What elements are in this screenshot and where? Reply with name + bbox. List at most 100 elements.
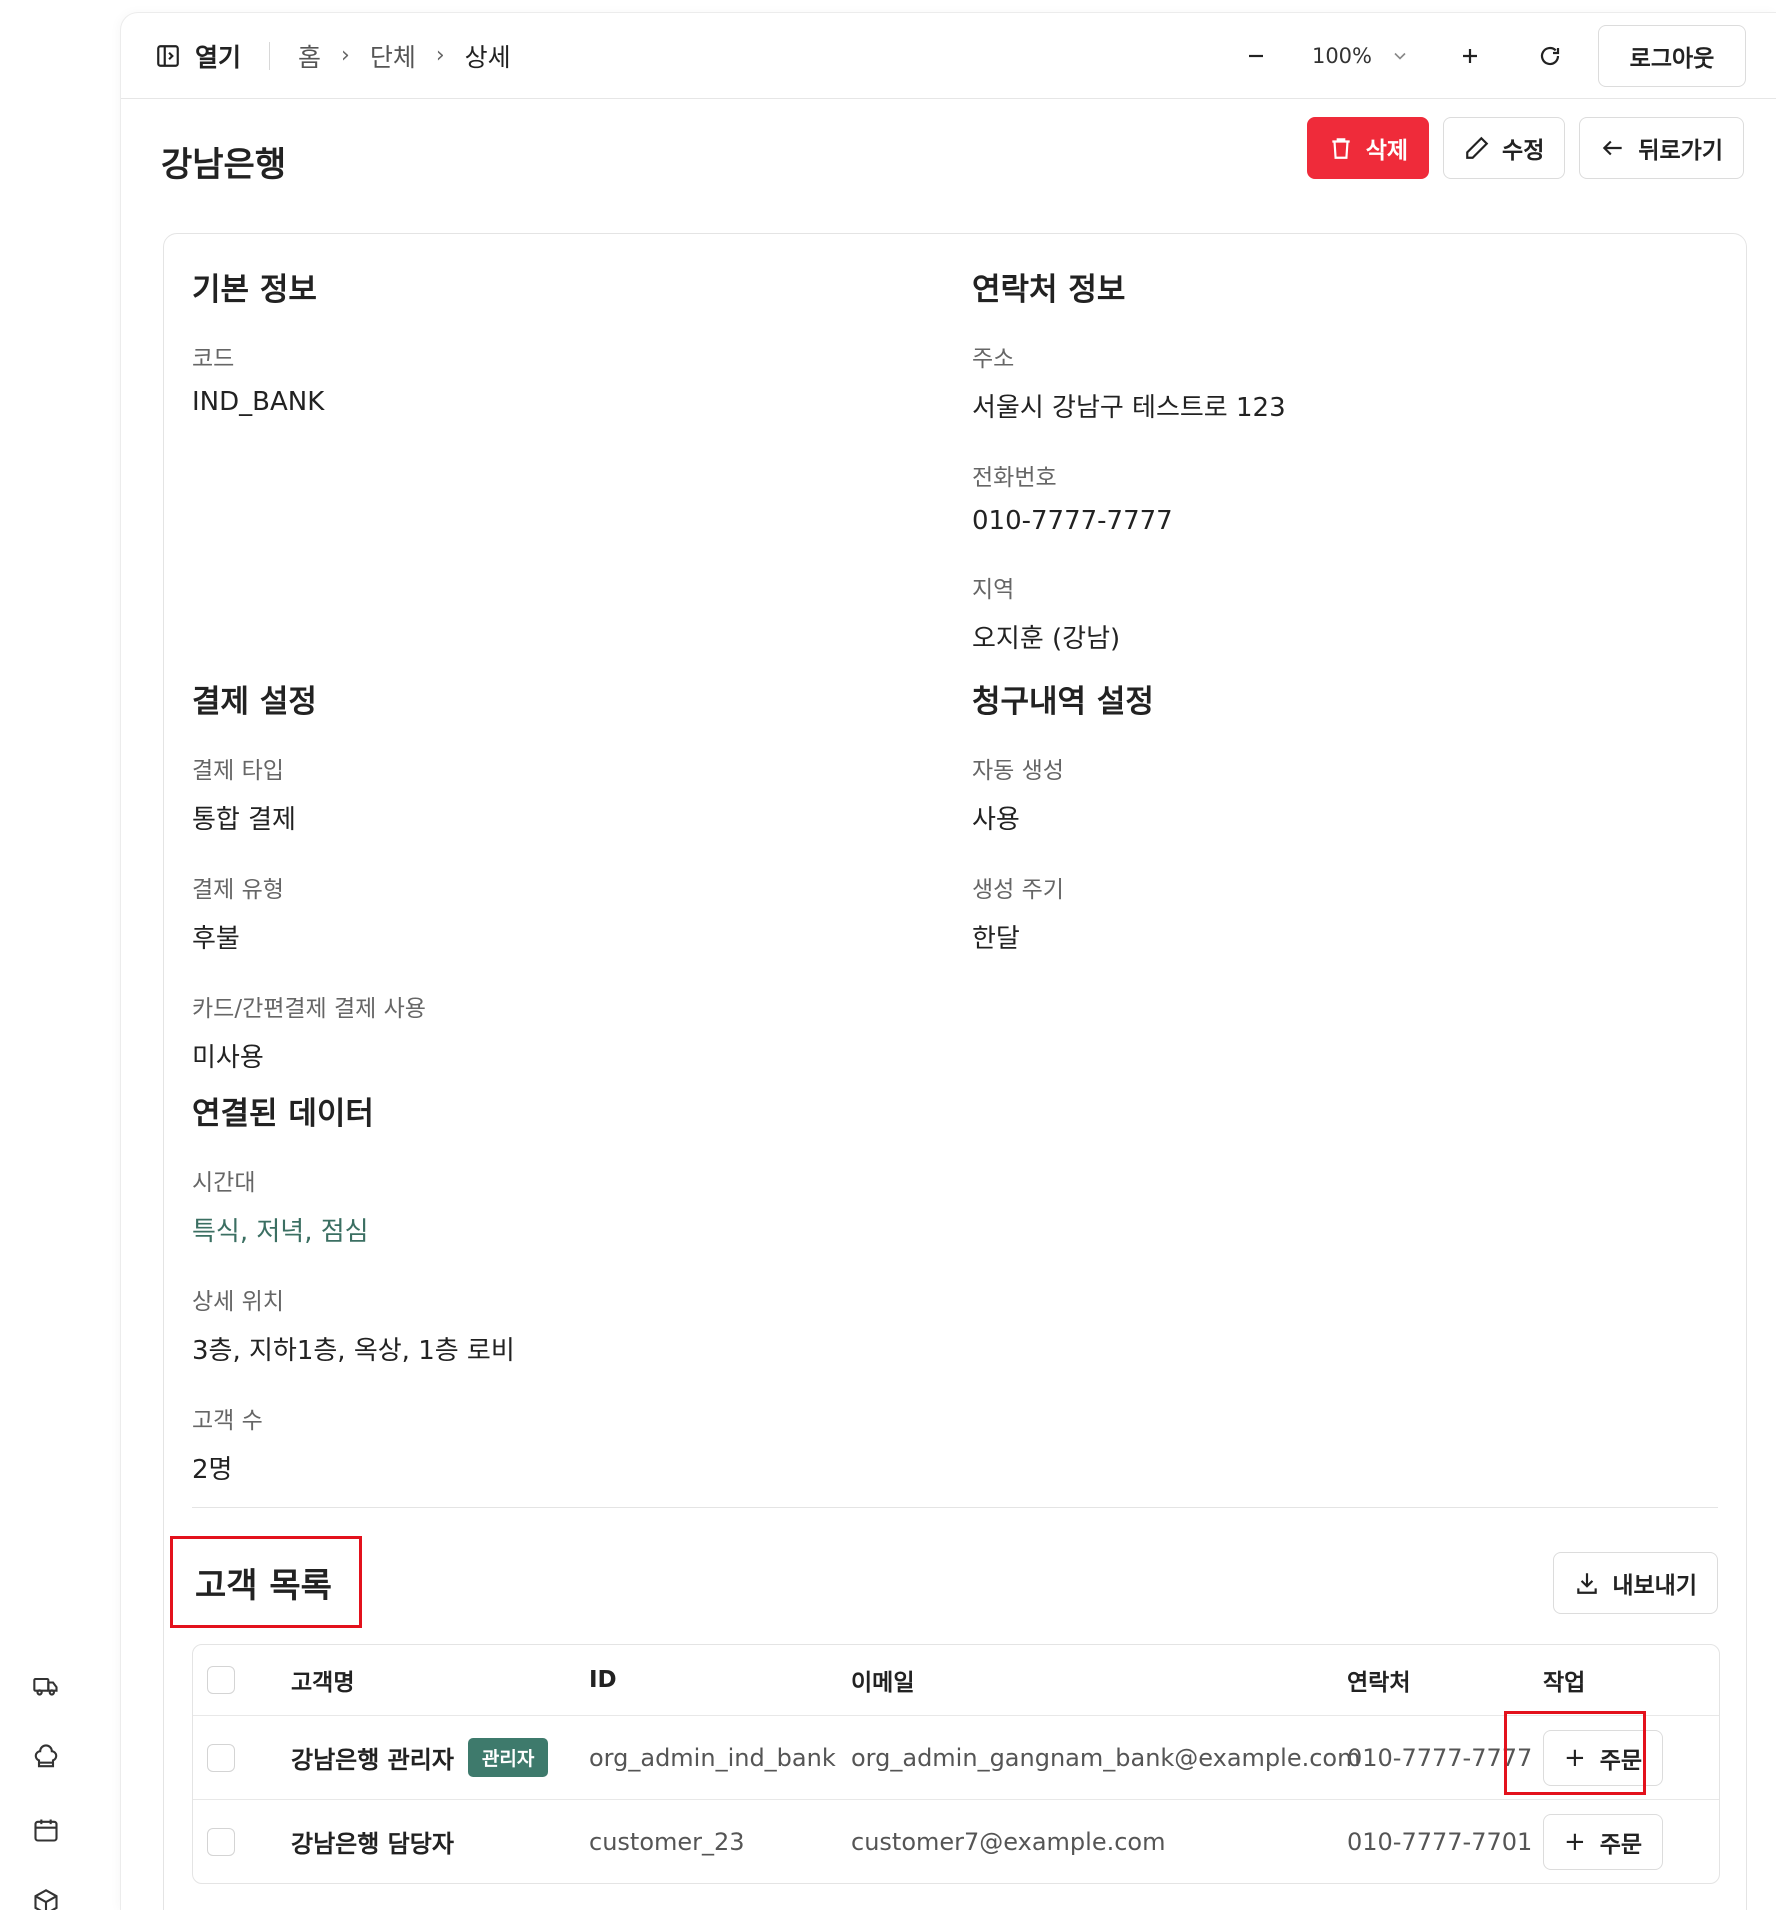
customer-name-cell: 강남은행 관리자 관리자	[291, 1716, 549, 1799]
action-cell: + 주문	[1543, 1800, 1663, 1883]
column-header-phone[interactable]: 연락처	[1347, 1645, 1410, 1715]
chef-hat-icon[interactable]	[30, 1742, 62, 1774]
table-row: 강남은행 담당자 customer_23 customer7@example.c…	[193, 1799, 1719, 1883]
open-sidebar-button[interactable]: 열기	[155, 38, 241, 74]
header-actions: 삭제 수정 뒤로가기	[1306, 117, 1744, 179]
order-button[interactable]: + 주문	[1543, 1813, 1663, 1870]
trash-icon	[1332, 138, 1350, 159]
plus-icon: +	[1563, 1742, 1586, 1773]
minus-icon	[1248, 54, 1263, 58]
page-title: 강남은행	[161, 145, 287, 185]
customer-phone: 010-7777-7777	[1347, 1743, 1533, 1772]
customer-id: customer_23	[589, 1827, 745, 1856]
customer-table: 고객명 ID 이메일 연락처 작업 강남은행 관리자 관리자 org_admin…	[192, 1644, 1720, 1884]
field-label: 결제 유형	[192, 877, 284, 903]
row-checkbox[interactable]	[207, 1827, 235, 1856]
time-slot-link[interactable]: 점심	[321, 1217, 369, 1247]
billing-settings-section: 청구내역 설정 자동 생성 사용 생성 주기 한달	[972, 676, 1154, 989]
linked-data-section: 연결된 데이터 시간대 특식, 저녁, 점심 상세 위치 3층, 지하1층, 옥…	[192, 1088, 515, 1520]
field-label: 상세 위치	[192, 1289, 284, 1315]
field-value: 사용	[972, 805, 1020, 835]
customer-name-cell: 강남은행 담당자	[291, 1800, 454, 1883]
section-heading: 연결된 데이터	[192, 1096, 374, 1132]
open-label: 열기	[195, 42, 242, 72]
select-all-checkbox[interactable]	[207, 1666, 235, 1694]
breadcrumb-organizations[interactable]: 단체	[370, 38, 416, 74]
payment-settings-section: 결제 설정 결제 타입 통합 결제 결제 유형 후불 카드/간편결제 결제 사용…	[192, 676, 426, 1108]
field-label: 지역	[972, 577, 1015, 603]
edit-button[interactable]: 수정	[1443, 117, 1566, 179]
export-button[interactable]: 내보내기	[1553, 1552, 1718, 1614]
row-checkbox[interactable]	[207, 1743, 235, 1772]
back-label: 뒤로가기	[1638, 138, 1723, 164]
top-bar: 열기 홈 › 단체 › 상세 100% 로그아웃	[121, 13, 1776, 99]
section-heading: 연락처 정보	[972, 272, 1126, 308]
field-label: 전화번호	[972, 465, 1057, 491]
field-value: 후불	[192, 924, 240, 954]
field-location: 상세 위치 3층, 지하1층, 옥상, 1층 로비	[192, 1282, 515, 1367]
order-label: 주문	[1599, 1747, 1643, 1774]
row-checkbox-cell	[207, 1800, 235, 1883]
zoom-in-button[interactable]	[1448, 34, 1492, 78]
time-slot-link[interactable]: 저녁	[256, 1217, 304, 1247]
customer-list-title-highlight: 고객 목록	[170, 1536, 362, 1628]
field-value: 한달	[972, 924, 1020, 954]
field-value: 오지훈 (강남)	[972, 624, 1121, 654]
column-header-id[interactable]: ID	[589, 1645, 617, 1715]
top-right-controls: 100% 로그아웃	[1234, 25, 1746, 87]
time-slot-links: 특식, 저녁, 점심	[192, 1217, 369, 1247]
field-payment-type: 결제 타입 통합 결제	[192, 751, 426, 836]
edit-label: 수정	[1502, 138, 1545, 164]
field-cycle: 생성 주기 한달	[972, 870, 1154, 955]
row-checkbox-cell	[207, 1716, 235, 1799]
field-phone: 전화번호 010-7777-7777	[972, 458, 1286, 536]
truck-icon[interactable]	[30, 1670, 62, 1702]
page-header: 강남은행 삭제 수정 뒤로가기	[161, 117, 1744, 213]
field-label: 자동 생성	[972, 758, 1064, 784]
field-value: 통합 결제	[192, 805, 296, 835]
table-header-row: 고객명 ID 이메일 연락처 작업	[193, 1645, 1719, 1715]
section-divider	[192, 1507, 1718, 1508]
refresh-icon	[1540, 46, 1560, 66]
customer-email: customer7@example.com	[851, 1827, 1166, 1856]
field-label: 시간대	[192, 1170, 256, 1196]
column-header-email[interactable]: 이메일	[851, 1645, 914, 1715]
package-icon[interactable]	[30, 1886, 62, 1910]
calendar-icon[interactable]	[30, 1814, 62, 1846]
logout-button[interactable]: 로그아웃	[1598, 25, 1746, 87]
export-label: 내보내기	[1612, 1573, 1697, 1599]
field-label: 주소	[972, 346, 1015, 372]
column-header-name[interactable]: 고객명	[291, 1645, 354, 1715]
field-label: 코드	[192, 346, 235, 372]
breadcrumb-home[interactable]: 홈	[298, 38, 321, 74]
customer-list-title: 고객 목록	[195, 1565, 332, 1606]
delete-button[interactable]: 삭제	[1306, 117, 1430, 179]
topbar-divider	[269, 41, 271, 70]
field-value: 서울시 강남구 테스트로 123	[972, 393, 1286, 423]
delete-label: 삭제	[1365, 138, 1409, 164]
order-button[interactable]: + 주문	[1543, 1729, 1663, 1786]
plus-icon	[1463, 49, 1477, 63]
field-code: 코드 IND_BANK	[192, 339, 324, 417]
refresh-button[interactable]	[1528, 34, 1572, 78]
customer-name[interactable]: 강남은행 담당자	[291, 1824, 454, 1859]
field-label: 고객 수	[192, 1408, 263, 1434]
customer-name[interactable]: 강남은행 관리자	[291, 1740, 454, 1775]
zoom-out-button[interactable]	[1234, 34, 1278, 78]
field-region: 지역 오지훈 (강남)	[972, 570, 1286, 655]
contact-info-section: 연락처 정보 주소 서울시 강남구 테스트로 123 전화번호 010-7777…	[972, 264, 1286, 689]
field-payment-kind: 결제 유형 후불	[192, 870, 426, 955]
field-value: IND_BANK	[192, 387, 325, 417]
time-slot-link[interactable]: 특식	[192, 1217, 240, 1247]
field-value: 010-7777-7777	[972, 506, 1173, 536]
detail-card: 기본 정보 코드 IND_BANK 연락처 정보 주소 서울시 강남구 테스트로…	[163, 233, 1747, 1910]
zoom-select[interactable]: 100%	[1312, 44, 1410, 68]
chevron-down-icon	[1394, 52, 1406, 60]
back-button[interactable]: 뒤로가기	[1579, 117, 1744, 179]
breadcrumb: 홈 › 단체 › 상세	[298, 38, 511, 74]
order-label: 주문	[1599, 1831, 1643, 1858]
field-label: 결제 타입	[192, 758, 284, 784]
section-heading: 청구내역 설정	[972, 684, 1154, 720]
field-label: 카드/간편결제 결제 사용	[192, 996, 426, 1022]
role-badge: 관리자	[467, 1738, 549, 1777]
